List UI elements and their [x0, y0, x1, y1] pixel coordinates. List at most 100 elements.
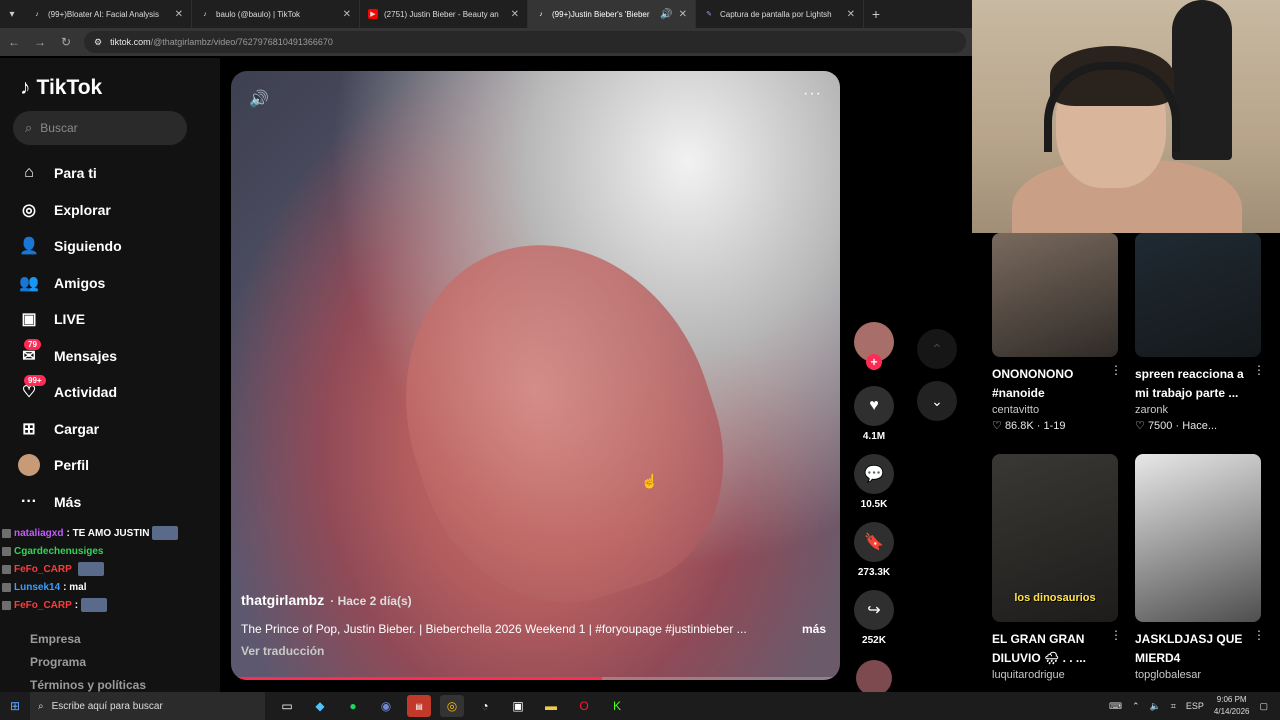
heart-outline-icon: ♡ [1135, 420, 1145, 432]
reload-icon[interactable]: ↻ [58, 35, 74, 49]
footer-links: Empresa Programa Términos y políticas [30, 632, 146, 701]
windows-start-icon[interactable]: ⊞ [0, 699, 30, 713]
url-field[interactable]: ⚙ tiktok.com/@thatgirlambz/video/7627976… [84, 31, 966, 53]
sidebar-item-label: Mensajes [54, 347, 118, 364]
sidebar-item-amigos[interactable]: 👥 Amigos [18, 265, 122, 302]
sidebar-item-mensajes[interactable]: ✉ 79 Mensajes [18, 338, 122, 375]
sidebar-item-explorar[interactable]: ◎ Explorar [18, 192, 122, 229]
sidebar-item-siguiendo[interactable]: 👤 Siguiendo [18, 228, 122, 265]
obs-icon[interactable]: ◔ [473, 695, 497, 717]
chrome-icon[interactable]: ◎ [440, 695, 464, 717]
kick-icon[interactable]: K [605, 695, 629, 717]
tiktok-logo[interactable]: ♪ TikTok [20, 76, 102, 100]
chevron-up-icon[interactable]: ⌃ [1132, 701, 1140, 712]
close-icon[interactable]: ✕ [847, 9, 855, 20]
network-icon[interactable]: ⌗ [1171, 701, 1176, 712]
creator-avatar[interactable]: + [854, 322, 894, 370]
music-disc[interactable] [856, 660, 892, 696]
tab-search-icon[interactable]: ▾ [0, 0, 24, 28]
video-player[interactable]: 🔊 ··· ☝ thatgirlambz · Hace 2 día(s) The… [231, 71, 840, 680]
notification-icon[interactable]: ▢ [1259, 701, 1268, 712]
discord-icon[interactable]: ◉ [374, 695, 398, 717]
forward-icon[interactable]: → [32, 35, 48, 49]
chat-message: Cgardechenusiges [0, 542, 200, 560]
video-card[interactable]: spreen reacciona a mi trabajo parte ... … [1135, 233, 1265, 432]
browser-tab[interactable]: ♪ baulo (@baulo) | TikTok ✕ [192, 0, 360, 28]
file-explorer-icon[interactable]: ▬ [539, 695, 563, 717]
volume-icon[interactable]: 🔊 [249, 89, 269, 109]
video-thumbnail[interactable] [1135, 233, 1261, 357]
card-author[interactable]: centavitto [992, 404, 1118, 416]
copilot-icon[interactable]: ◆ [308, 695, 332, 717]
card-author[interactable]: topglobalesar [1135, 669, 1261, 681]
comment-button[interactable]: 💬 [854, 454, 894, 494]
next-video-button[interactable]: ⌄ [917, 381, 957, 421]
browser-tab-bar: ▾ ♪ (99+)Bloater AI: Facial Analysis ✕ ♪… [0, 0, 972, 28]
close-icon[interactable]: ✕ [679, 9, 687, 20]
browser-tab[interactable]: ▶ (2751) Justin Bieber - Beauty an ✕ [360, 0, 528, 28]
close-icon[interactable]: ✕ [343, 9, 351, 20]
card-meta: ♡ 86.8K · 1-19 [992, 420, 1066, 432]
task-view-icon[interactable]: ▭ [275, 695, 299, 717]
video-card[interactable]: los dinosaurios EL GRAN GRAN DILUVIO 🌧 .… [992, 454, 1122, 681]
more-options-icon[interactable]: ⋮ [1253, 628, 1265, 642]
video-thumbnail[interactable] [1135, 454, 1261, 622]
tab-title: (99+)Justin Bieber's 'Bieber [552, 9, 650, 19]
video-thumbnail[interactable]: los dinosaurios [992, 454, 1118, 622]
sidebar-item-perfil[interactable]: Perfil [18, 447, 122, 484]
share-button[interactable]: ↪ [854, 590, 894, 630]
card-author[interactable]: zaronk [1135, 404, 1261, 416]
new-tab-button[interactable]: + [864, 6, 888, 22]
spotify-icon[interactable]: ● [341, 695, 365, 717]
sidebar-item-cargar[interactable]: ⊞ Cargar [18, 411, 122, 448]
youtube-icon: ▶ [368, 9, 378, 19]
capcut-icon[interactable]: ▣ [506, 695, 530, 717]
comment-icon: 💬 [864, 466, 884, 483]
clock[interactable]: 9:06 PM 4/14/2026 [1214, 694, 1250, 718]
video-frame-subject [362, 203, 760, 639]
follow-button[interactable]: + [866, 354, 882, 370]
video-thumbnail[interactable] [992, 233, 1118, 357]
video-card[interactable]: ONONONONO #nanoide ⋮ centavitto ♡ 86.8K … [992, 233, 1122, 432]
browser-tab-active[interactable]: ♪ (99+)Justin Bieber's 'Bieber 🔊 ✕ [528, 0, 696, 28]
card-author[interactable]: luquitarodrigue [992, 669, 1118, 681]
more-button[interactable]: más [802, 622, 826, 636]
opera-icon[interactable]: O [572, 695, 596, 717]
footer-link[interactable]: Programa [30, 655, 146, 678]
keyboard-icon[interactable]: ⌨ [1109, 701, 1122, 712]
app-icon[interactable]: ▤ [407, 695, 431, 717]
video-author[interactable]: thatgirlambz [241, 592, 324, 608]
site-info-icon[interactable]: ⚙ [94, 37, 102, 48]
more-options-icon[interactable]: ⋮ [1110, 628, 1122, 642]
chat-message: nataliagxd : TE AMO JUSTIN [0, 524, 200, 542]
sidebar-item-actividad[interactable]: ♡ 99+ Actividad [18, 374, 122, 411]
previous-video-button[interactable]: ⌃ [917, 329, 957, 369]
sidebar-item-más[interactable]: ··· Más [18, 484, 122, 521]
like-button[interactable]: ♥ [854, 386, 894, 426]
browser-tab[interactable]: ♪ (99+)Bloater AI: Facial Analysis ✕ [24, 0, 192, 28]
more-options-icon[interactable]: ⋮ [1110, 363, 1122, 377]
sidebar-item-label: Actividad [54, 384, 118, 401]
chat-user: FeFo_CARP [14, 599, 72, 611]
sidebar-item-live[interactable]: ▣ LIVE [18, 301, 122, 338]
close-icon[interactable]: ✕ [511, 9, 519, 20]
video-progress-bar[interactable] [235, 677, 836, 680]
webcam-overlay [972, 0, 1280, 233]
more-options-icon[interactable]: ⋮ [1253, 363, 1265, 377]
search-input[interactable] [40, 121, 161, 135]
speaker-icon[interactable]: 🔈 [1150, 701, 1161, 712]
translate-link[interactable]: Ver traducción [241, 644, 826, 658]
taskbar-search[interactable]: ⌕ Escribe aquí para buscar [30, 692, 265, 720]
sidebar-item-para-ti[interactable]: ⌂ Para ti [18, 155, 122, 192]
save-button[interactable]: 🔖 [854, 522, 894, 562]
url-path: /@thatgirlambz/video/7627976810491366670 [150, 37, 333, 47]
video-card[interactable]: JASKLDJASJ QUE MIERD4 ⋮ topglobalesar [1135, 454, 1265, 681]
close-icon[interactable]: ✕ [175, 9, 183, 20]
back-icon[interactable]: ← [6, 35, 22, 49]
card-meta: ♡ 7500 · Hace... [1135, 420, 1218, 432]
footer-link[interactable]: Empresa [30, 632, 146, 655]
more-options-icon[interactable]: ··· [803, 85, 822, 103]
browser-tab[interactable]: ✎ Captura de pantalla por Lightsh ✕ [696, 0, 864, 28]
language-indicator[interactable]: ESP [1186, 701, 1204, 711]
speaker-icon[interactable]: 🔊 [660, 9, 672, 20]
